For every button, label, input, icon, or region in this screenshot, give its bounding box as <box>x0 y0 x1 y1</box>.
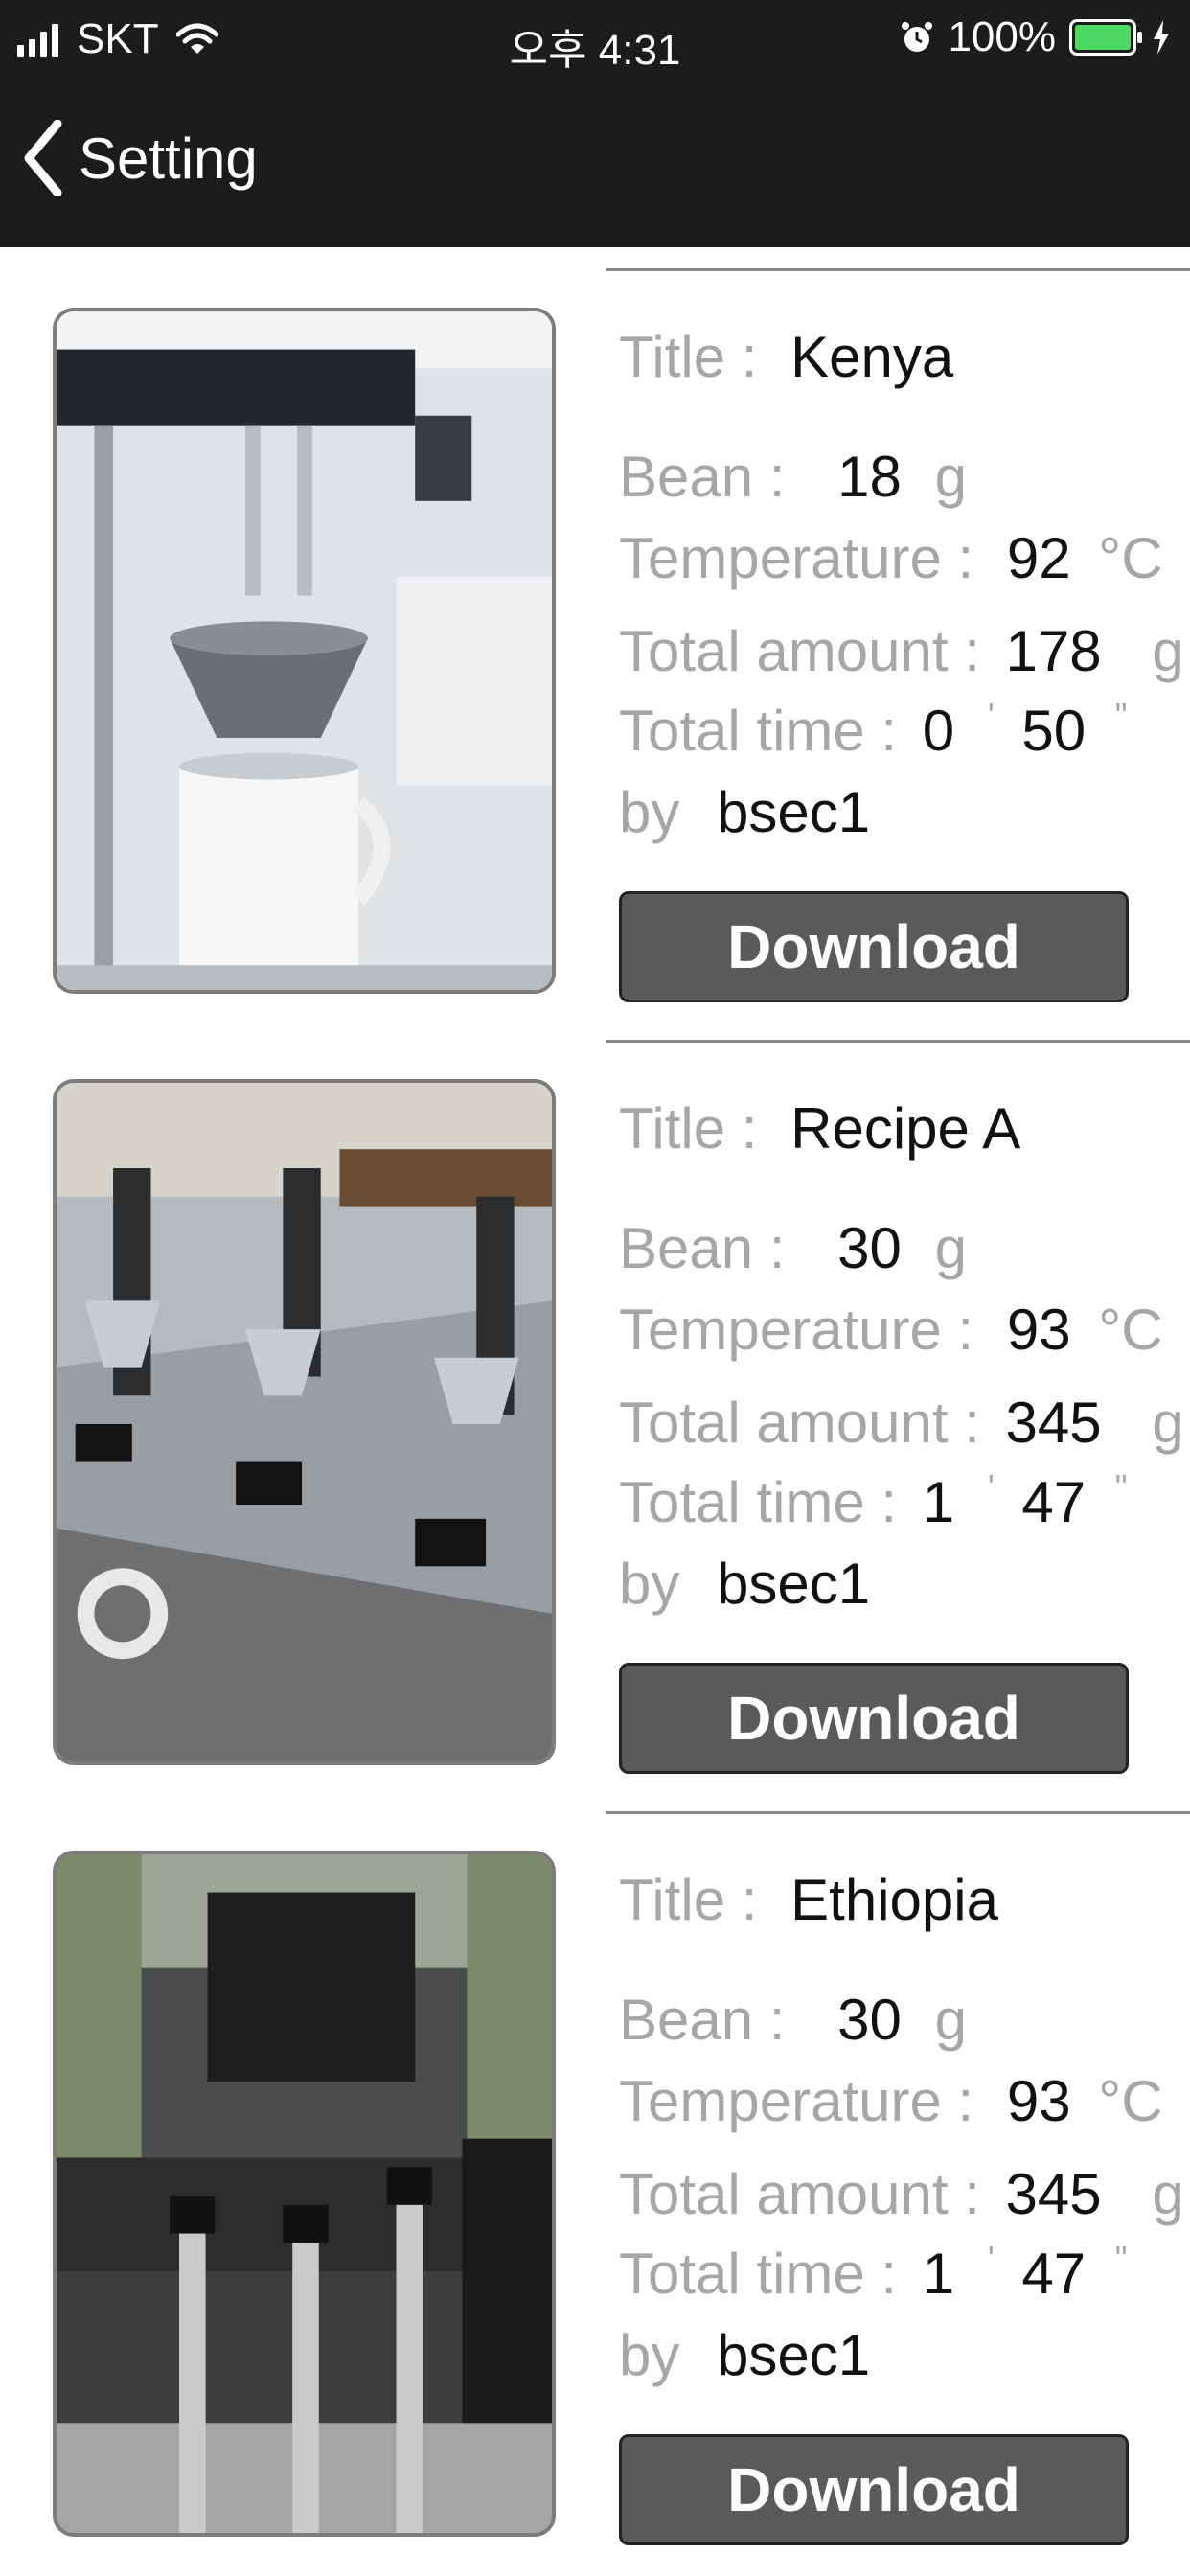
total-amount-label: Total amount : <box>619 2162 980 2226</box>
alarm-icon <box>902 22 933 52</box>
divider <box>606 1811 1190 1814</box>
back-label: Setting <box>79 126 258 191</box>
temperature-row: Temperature : 92 °C <box>619 525 1163 591</box>
bean-label: Bean : <box>619 1216 786 1280</box>
recipe-photo-brewer <box>53 308 556 994</box>
title-row: Title : Kenya <box>619 324 953 390</box>
author-value: bsec1 <box>717 1552 871 1616</box>
bean-value: 30 <box>837 1216 902 1280</box>
total-amount-unit: g <box>1152 2162 1184 2226</box>
recipe-item: Title : Kenya Bean : 18 g Temperature : … <box>0 247 1190 1019</box>
status-bar: SKT 오후 4:31 100% <box>0 0 1190 77</box>
divider <box>606 268 1190 271</box>
second-mark: " <box>1114 2239 1128 2278</box>
bean-row: Bean : 30 g <box>619 1215 967 1281</box>
minute-mark: ' <box>987 2239 995 2278</box>
total-amount-value: 178 <box>1005 619 1102 683</box>
total-time-minutes: 0 <box>922 699 955 763</box>
title-row: Title : Ethiopia <box>619 1867 998 1933</box>
bean-unit: g <box>934 1988 967 2052</box>
download-button[interactable]: Download <box>619 1663 1129 1774</box>
total-time-label: Total time : <box>619 1470 898 1534</box>
total-time-row: Total time : 1 ' 47 " <box>619 2239 1128 2307</box>
by-label: by <box>619 1552 680 1616</box>
total-amount-label: Total amount : <box>619 619 980 683</box>
total-amount-unit: g <box>1152 619 1184 683</box>
total-time-label: Total time : <box>619 699 898 763</box>
chevron-left-icon <box>24 120 62 196</box>
title-label: Title : <box>619 1868 758 1932</box>
total-time-minutes: 1 <box>922 1470 955 1534</box>
temperature-unit: °C <box>1098 2069 1163 2133</box>
recipe-photo-brew-station <box>53 1079 556 1765</box>
total-amount-label: Total amount : <box>619 1391 980 1455</box>
header: SKT 오후 4:31 100% Setting <box>0 0 1190 247</box>
by-label: by <box>619 2323 680 2387</box>
bean-label: Bean : <box>619 1988 786 2052</box>
second-mark: " <box>1114 696 1128 735</box>
battery-icon <box>1069 19 1142 56</box>
temperature-value: 92 <box>1006 526 1071 590</box>
bean-label: Bean : <box>619 445 786 509</box>
title-label: Title : <box>619 1096 758 1161</box>
author-row: by bsec1 <box>619 1551 870 1617</box>
temperature-value: 93 <box>1006 1298 1071 1362</box>
bean-row: Bean : 30 g <box>619 1987 967 2053</box>
author-row: by bsec1 <box>619 779 870 845</box>
temperature-unit: °C <box>1098 1298 1163 1362</box>
charging-icon <box>1154 20 1169 55</box>
total-time-label: Total time : <box>619 2242 898 2306</box>
temperature-row: Temperature : 93 °C <box>619 1297 1163 1363</box>
total-amount-row: Total amount : 178 g <box>619 618 1184 684</box>
temperature-label: Temperature : <box>619 526 974 590</box>
bean-unit: g <box>934 445 967 509</box>
minute-mark: ' <box>987 1467 995 1506</box>
total-time-seconds: 47 <box>1021 2242 1087 2306</box>
divider <box>606 1040 1190 1043</box>
total-amount-row: Total amount : 345 g <box>619 1390 1184 1456</box>
author-row: by bsec1 <box>619 2322 870 2388</box>
bean-value: 18 <box>837 445 902 509</box>
temperature-value: 93 <box>1006 2069 1071 2133</box>
title-row: Title : Recipe A <box>619 1095 1020 1162</box>
author-value: bsec1 <box>717 2323 871 2387</box>
bean-row: Bean : 18 g <box>619 444 967 510</box>
bean-unit: g <box>934 1216 967 1280</box>
author-value: bsec1 <box>717 780 871 844</box>
title-label: Title : <box>619 325 758 389</box>
total-time-row: Total time : 1 ' 47 " <box>619 1467 1128 1535</box>
total-time-seconds: 50 <box>1021 699 1087 763</box>
back-button[interactable]: Setting <box>21 120 258 196</box>
bean-value: 30 <box>837 1988 902 2052</box>
total-time-row: Total time : 0 ' 50 " <box>619 696 1128 764</box>
total-amount-row: Total amount : 345 g <box>619 2161 1184 2227</box>
download-button[interactable]: Download <box>619 891 1129 1002</box>
by-label: by <box>619 780 680 844</box>
battery-percent: 100% <box>948 13 1056 60</box>
total-time-seconds: 47 <box>1021 1470 1087 1534</box>
temperature-unit: °C <box>1098 526 1163 590</box>
temperature-row: Temperature : 93 °C <box>619 2068 1163 2134</box>
total-time-minutes: 1 <box>922 2242 955 2306</box>
temperature-label: Temperature : <box>619 1298 974 1362</box>
recipe-item: Title : Ethiopia Bean : 30 g Temperature… <box>0 1790 1190 2562</box>
download-button[interactable]: Download <box>619 2434 1129 2545</box>
recipe-title: Ethiopia <box>790 1868 998 1932</box>
total-amount-unit: g <box>1152 1391 1184 1455</box>
recipe-title: Recipe A <box>790 1096 1021 1161</box>
recipe-photo-coffee-bar <box>53 1851 556 2537</box>
temperature-label: Temperature : <box>619 2069 974 2133</box>
total-amount-value: 345 <box>1005 2162 1102 2226</box>
recipe-item: Title : Recipe A Bean : 30 g Temperature… <box>0 1019 1190 1790</box>
second-mark: " <box>1114 1467 1128 1506</box>
recipe-title: Kenya <box>790 325 954 389</box>
minute-mark: ' <box>987 696 995 735</box>
total-amount-value: 345 <box>1005 1391 1102 1455</box>
